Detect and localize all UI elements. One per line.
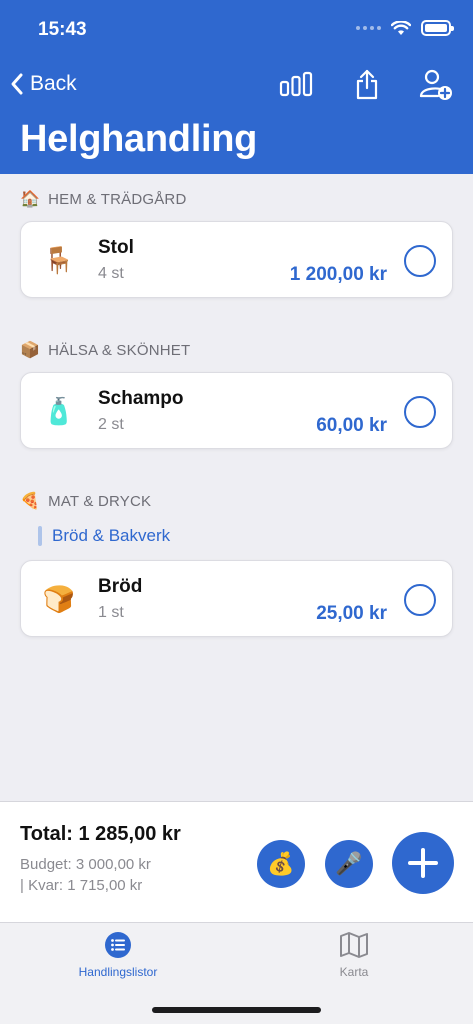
stats-button[interactable]	[276, 64, 316, 104]
status-icons	[356, 20, 454, 36]
plus-icon	[408, 848, 438, 878]
package-icon: 📦	[20, 342, 41, 359]
list-icon	[105, 932, 131, 958]
wifi-icon	[391, 20, 411, 35]
header: 15:43 Back Helghandling	[0, 0, 473, 174]
item-name: Bröd	[98, 576, 143, 597]
item-name: Schampo	[98, 388, 184, 409]
budget-label: Budget: 3 000,00 kr	[20, 856, 151, 873]
chevron-left-icon	[11, 73, 23, 95]
item-price: 25,00 kr	[316, 603, 387, 624]
item-price: 1 200,00 kr	[289, 264, 387, 285]
money-bag-icon: 💰	[267, 851, 295, 876]
section-header-health-beauty: 📦 HÄLSA & SKÖNHET	[20, 340, 190, 360]
total-label: Total: 1 285,00 kr	[20, 823, 181, 845]
add-item-button[interactable]	[392, 832, 454, 894]
bar-chart-icon	[279, 71, 313, 97]
back-button[interactable]: Back	[10, 66, 77, 102]
tab-map[interactable]: Karta	[289, 931, 419, 979]
add-user-icon	[419, 69, 452, 100]
tab-label: Handlingslistor	[78, 965, 158, 979]
section-header-home-garden: 🏠 HEM & TRÄDGÅRD	[20, 189, 187, 209]
status-time: 15:43	[38, 19, 87, 40]
item-quantity: 2 st	[98, 416, 124, 433]
signal-icon	[356, 26, 381, 30]
section-title: MAT & DRYCK	[48, 492, 152, 510]
list-item-brod[interactable]: 🍞 Bröd 1 st 25,00 kr	[20, 560, 453, 637]
budget-button[interactable]: 💰	[257, 840, 305, 888]
bread-icon: 🍞	[42, 583, 76, 614]
budget-info: Budget: 3 000,00 kr | Kvar: 1 715,00 kr	[20, 854, 151, 896]
microphone-icon: 🎤	[335, 851, 363, 876]
tab-label: Karta	[339, 965, 369, 979]
tab-shopping-lists[interactable]: Handlingslistor	[53, 931, 183, 979]
remaining-label: | Kvar: 1 715,00 kr	[20, 877, 143, 894]
house-icon: 🏠	[20, 191, 41, 208]
back-label: Back	[30, 72, 77, 95]
item-checkbox[interactable]	[404, 584, 436, 616]
list-item-stol[interactable]: 🪑 Stol 4 st 1 200,00 kr	[20, 221, 453, 298]
subcategory-marker	[38, 526, 42, 546]
summary-panel: Total: 1 285,00 kr Budget: 3 000,00 kr |…	[0, 801, 473, 923]
section-title: HEM & TRÄDGÅRD	[48, 190, 187, 208]
share-button[interactable]	[347, 64, 387, 104]
pizza-icon: 🍕	[20, 493, 41, 510]
subcategory-header: Bröd & Bakverk	[38, 526, 170, 546]
item-checkbox[interactable]	[404, 245, 436, 277]
item-quantity: 4 st	[98, 265, 124, 282]
item-quantity: 1 st	[98, 604, 124, 621]
chair-icon: 🪑	[42, 244, 76, 275]
lotion-bottle-icon: 🧴	[42, 395, 76, 426]
section-title: HÄLSA & SKÖNHET	[48, 341, 191, 359]
voice-button[interactable]: 🎤	[325, 840, 373, 888]
section-header-food-drink: 🍕 MAT & DRYCK	[20, 491, 151, 511]
item-price: 60,00 kr	[316, 415, 387, 436]
share-icon	[356, 69, 378, 100]
add-user-button[interactable]	[416, 64, 456, 104]
home-indicator	[152, 1007, 321, 1013]
item-name: Stol	[98, 237, 134, 258]
list-item-schampo[interactable]: 🧴 Schampo 2 st 60,00 kr	[20, 372, 453, 449]
subcategory-label: Bröd & Bakverk	[52, 526, 171, 545]
page-title: Helghandling	[20, 118, 258, 160]
battery-icon	[421, 20, 454, 36]
item-checkbox[interactable]	[404, 396, 436, 428]
map-icon	[340, 932, 368, 958]
